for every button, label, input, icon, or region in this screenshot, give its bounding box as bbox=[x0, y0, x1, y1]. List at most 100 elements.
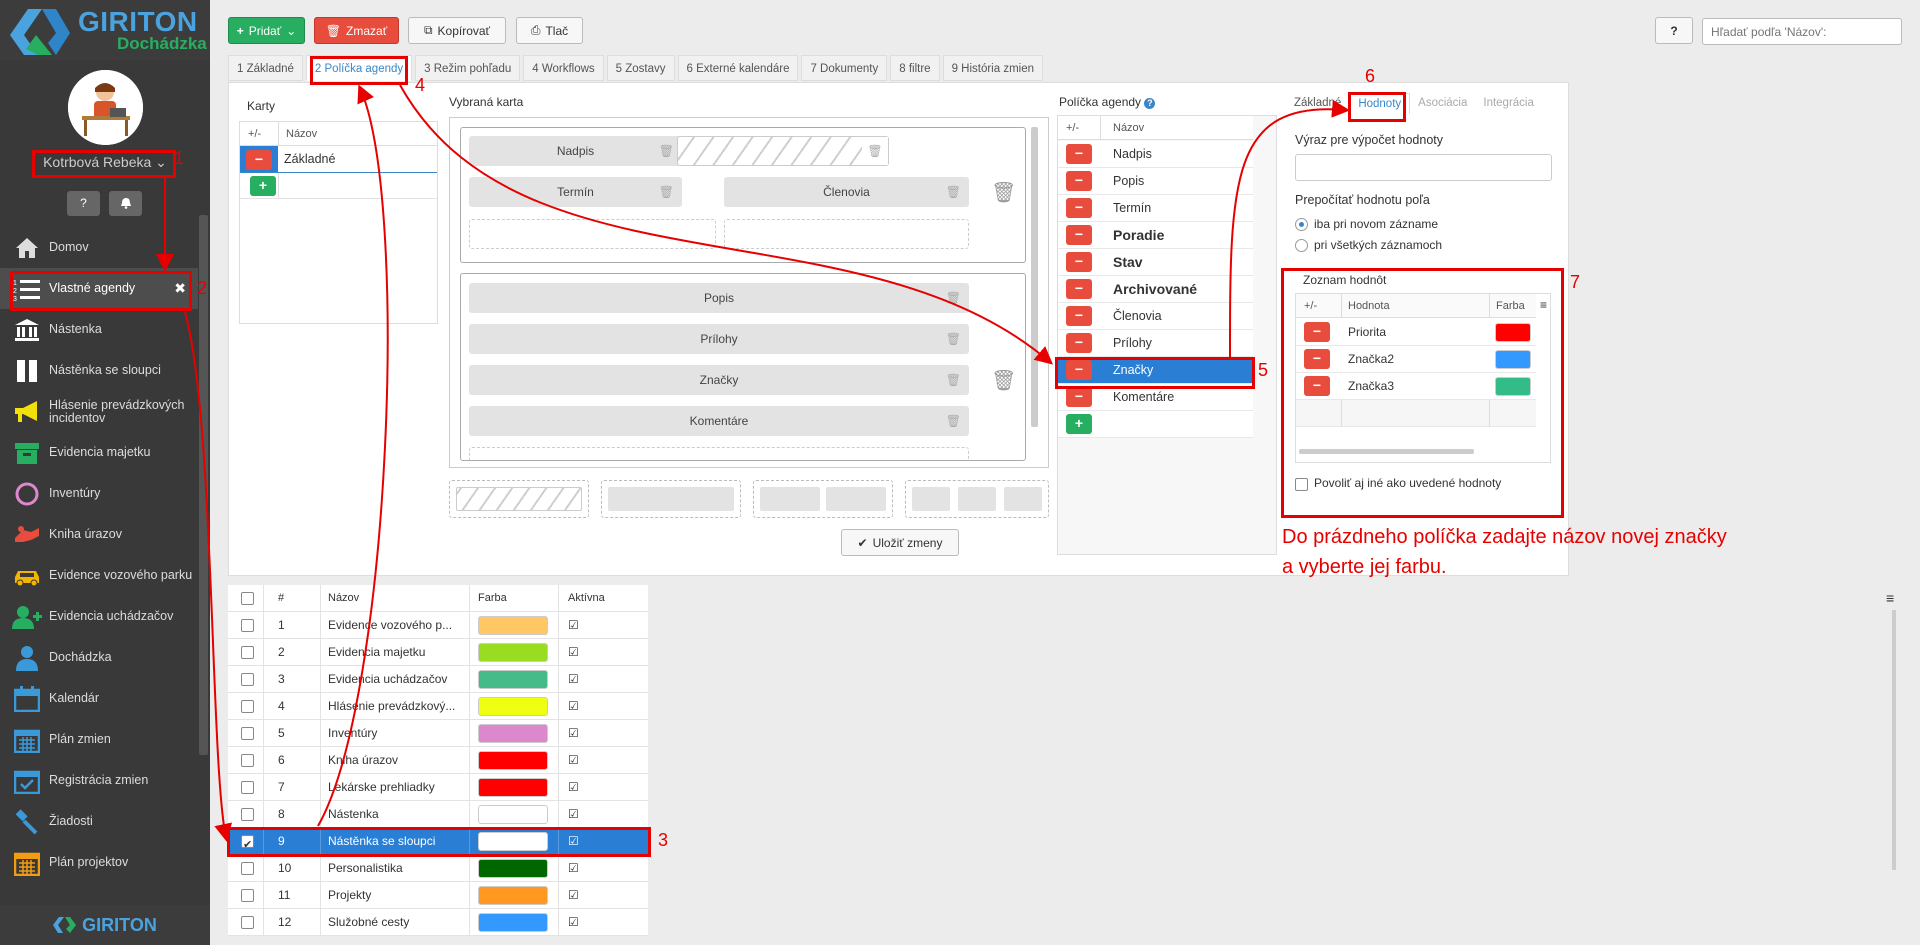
row-checkbox[interactable] bbox=[241, 700, 254, 713]
table-row[interactable]: 5 Inventúry ☑ bbox=[228, 720, 648, 747]
remove-field-button[interactable]: − bbox=[1066, 252, 1092, 272]
row-checkbox[interactable] bbox=[241, 916, 254, 929]
detail-tab-asociacia[interactable]: Asociácia bbox=[1410, 93, 1475, 114]
tab-historia-zmien[interactable]: 9 História zmien bbox=[942, 55, 1044, 81]
row-checkbox[interactable] bbox=[241, 619, 254, 632]
search-input[interactable] bbox=[1702, 18, 1902, 45]
layout-option-1[interactable] bbox=[449, 480, 589, 518]
save-changes-button[interactable]: ✔ Uložiť zmeny bbox=[841, 529, 959, 556]
help-button[interactable]: ? bbox=[1655, 17, 1693, 44]
empty-field-slot[interactable] bbox=[724, 219, 969, 249]
table-row[interactable]: 3 Evidencia uchádzačov ☑ bbox=[228, 666, 648, 693]
sidebar-item-ziadosti[interactable]: Žiadosti bbox=[0, 801, 198, 842]
sidebar-item-dochadzka[interactable]: Dochádzka bbox=[0, 637, 198, 678]
field-row[interactable]: − Nadpis bbox=[1058, 141, 1253, 168]
sidebar-item-vlastne-agendy[interactable]: 123 Vlastné agendy ✖ bbox=[0, 268, 198, 309]
field-row[interactable]: − Termín bbox=[1058, 195, 1253, 222]
remove-value-button[interactable]: − bbox=[1304, 322, 1330, 342]
field-znacky[interactable]: Značky 🗑 bbox=[469, 365, 969, 395]
remove-field-button[interactable]: − bbox=[1066, 279, 1092, 299]
row-checkbox[interactable]: ✔ bbox=[241, 835, 254, 851]
sidebar-item-plan-projektov[interactable]: Plán projektov bbox=[0, 842, 198, 883]
trash-icon[interactable]: 🗑 bbox=[659, 136, 674, 166]
col-active-header[interactable]: Aktívna bbox=[568, 585, 605, 612]
remove-field-button[interactable]: − bbox=[1066, 333, 1092, 353]
help-circle-icon[interactable]: ? bbox=[1144, 98, 1156, 109]
card-area-scrollbar[interactable] bbox=[1031, 127, 1038, 427]
tab-rezim-pohladu[interactable]: 3 Režim pohľadu bbox=[415, 55, 521, 81]
field-row[interactable]: − Archivované bbox=[1058, 276, 1253, 303]
field-nadpis[interactable]: Nadpis 🗑 bbox=[469, 136, 682, 166]
sidebar-item-registracia-zmien[interactable]: Registrácia zmien bbox=[0, 760, 198, 801]
remove-field-button[interactable]: − bbox=[1066, 198, 1092, 218]
trash-icon[interactable]: 🗑 bbox=[946, 177, 961, 207]
field-termin[interactable]: Termín 🗑 bbox=[469, 177, 682, 207]
tab-externe-kalendare[interactable]: 6 Externé kalendáre bbox=[677, 55, 799, 81]
table-row[interactable]: 2 Evidencia majetku ☑ bbox=[228, 639, 648, 666]
value-row[interactable]: − Priorita bbox=[1296, 319, 1536, 346]
sidebar-item-hlasenie-incidentov[interactable]: Hlásenie prevádzkových incidentov bbox=[0, 391, 198, 432]
row-checkbox[interactable] bbox=[241, 646, 254, 659]
sidebar-item-evidencia-majetku[interactable]: Evidencia majetku bbox=[0, 432, 198, 473]
trash-icon[interactable]: 🗑 bbox=[659, 177, 674, 207]
field-komentare[interactable]: Komentáre 🗑 bbox=[469, 406, 969, 436]
layout-option-3[interactable] bbox=[753, 480, 893, 518]
select-all-checkbox[interactable] bbox=[241, 592, 254, 605]
field-row[interactable]: − Poradie bbox=[1058, 222, 1253, 249]
close-icon[interactable]: ✖ bbox=[174, 280, 186, 297]
remove-field-button[interactable]: − bbox=[1066, 387, 1092, 407]
remove-field-button[interactable]: − bbox=[1066, 171, 1092, 191]
sidebar-item-domov[interactable]: Domov bbox=[0, 227, 198, 268]
row-checkbox[interactable] bbox=[241, 862, 254, 875]
field-row-selected[interactable]: − Značky bbox=[1058, 357, 1253, 384]
layout-option-4[interactable] bbox=[905, 480, 1049, 518]
value-color-swatch[interactable] bbox=[1495, 350, 1531, 369]
user-menu[interactable]: Kotrbová Rebeka ⌄ bbox=[40, 154, 170, 171]
table-row-selected[interactable]: ✔ 9 Nástěnka se sloupci ☑ bbox=[228, 828, 648, 855]
col-color-header[interactable]: Farba bbox=[478, 585, 507, 612]
field-row[interactable]: − Komentáre bbox=[1058, 384, 1253, 411]
delete-button[interactable]: 🗑 Zmazať bbox=[314, 17, 399, 44]
table-row[interactable]: 12 Služobné cesty ☑ bbox=[228, 909, 648, 936]
remove-field-button[interactable]: − bbox=[1066, 306, 1092, 326]
recalc-new-radio[interactable] bbox=[1295, 218, 1308, 231]
menu-icon[interactable]: ≡ bbox=[1540, 298, 1547, 312]
tab-filtre[interactable]: 8 filtre bbox=[890, 55, 940, 81]
remove-value-button[interactable]: − bbox=[1304, 349, 1330, 369]
field-clenovia[interactable]: Členovia 🗑 bbox=[724, 177, 969, 207]
tab-zakladne[interactable]: 1 Základné bbox=[228, 55, 303, 81]
layout-option-2[interactable] bbox=[601, 480, 741, 518]
sidebar-item-vozovy-park[interactable]: Evidence vozového parku bbox=[0, 555, 198, 596]
copy-button[interactable]: ⧉ Kopírovať bbox=[408, 17, 506, 44]
trash-icon[interactable]: 🗑 bbox=[946, 283, 961, 313]
remove-field-button[interactable]: − bbox=[1066, 360, 1092, 380]
value-new-row[interactable] bbox=[1296, 400, 1536, 427]
menu-icon[interactable]: ≡ bbox=[1886, 590, 1894, 606]
trash-icon[interactable]: 🗑 bbox=[946, 406, 961, 436]
tab-workflows[interactable]: 4 Workflows bbox=[523, 55, 604, 81]
field-row[interactable]: − Stav bbox=[1058, 249, 1253, 276]
add-button[interactable]: + Pridať ⌄ bbox=[228, 17, 305, 44]
value-row[interactable]: − Značka2 bbox=[1296, 346, 1536, 373]
trash-icon[interactable]: 🗑 bbox=[946, 365, 961, 395]
remove-value-button[interactable]: − bbox=[1304, 376, 1330, 396]
empty-field-slot[interactable] bbox=[469, 447, 969, 460]
allow-other-checkbox[interactable] bbox=[1295, 478, 1308, 491]
trash-icon[interactable]: 🗑 bbox=[946, 324, 961, 354]
field-popis[interactable]: Popis 🗑 bbox=[469, 283, 969, 313]
field-row[interactable]: − Členovia bbox=[1058, 303, 1253, 330]
list-scrollbar[interactable] bbox=[1892, 610, 1896, 870]
detail-tab-integracia[interactable]: Integrácia bbox=[1475, 93, 1542, 114]
remove-field-button[interactable]: − bbox=[1066, 144, 1092, 164]
value-row[interactable]: − Značka3 bbox=[1296, 373, 1536, 400]
table-row[interactable]: 8 Nástenka ☑ bbox=[228, 801, 648, 828]
expr-input[interactable] bbox=[1295, 154, 1552, 181]
detail-tab-zakladne[interactable]: Základné bbox=[1286, 93, 1349, 114]
empty-field-slot[interactable] bbox=[469, 219, 716, 249]
row-checkbox[interactable] bbox=[241, 673, 254, 686]
brand-logo[interactable]: GIRITON Dochádzka bbox=[0, 0, 210, 60]
tab-dokumenty[interactable]: 7 Dokumenty bbox=[801, 55, 888, 81]
recalc-all-radio[interactable] bbox=[1295, 239, 1308, 252]
remove-field-button[interactable]: − bbox=[1066, 225, 1092, 245]
value-color-swatch[interactable] bbox=[1495, 377, 1531, 396]
